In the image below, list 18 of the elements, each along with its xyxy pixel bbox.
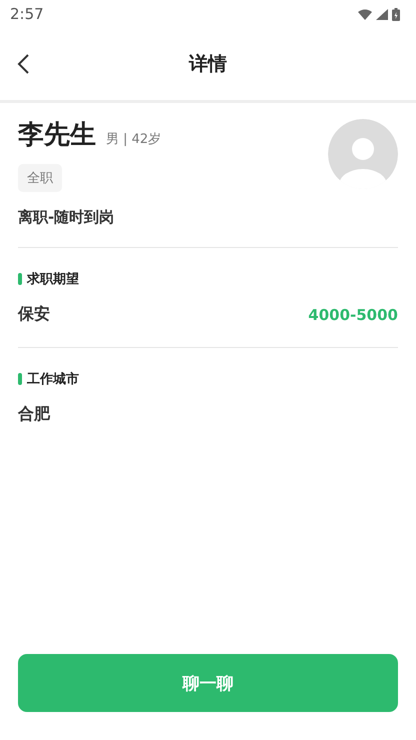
chat-button[interactable]: 聊一聊 — [18, 654, 398, 712]
page-title: 详情 — [189, 52, 227, 77]
section-title: 工作城市 — [27, 370, 79, 388]
section-title: 求职期望 — [27, 270, 79, 288]
section-value: 合肥 — [18, 404, 50, 425]
gender-age: 男 | 42岁 — [106, 131, 162, 148]
section-marker — [18, 273, 22, 285]
section-marker — [18, 373, 22, 385]
availability-status: 离职-随时到岗 — [18, 208, 114, 227]
battery-icon — [392, 8, 400, 20]
wifi-icon — [358, 8, 372, 20]
job-type-tag: 全职 — [18, 164, 62, 192]
section-value: 保安 — [18, 304, 50, 325]
status-time: 2:57 — [10, 5, 44, 23]
avatar-icon — [328, 119, 398, 189]
salary-range: 4000-5000 — [308, 306, 398, 324]
candidate-name: 李先生 — [18, 119, 96, 152]
signal-icon — [376, 8, 388, 20]
